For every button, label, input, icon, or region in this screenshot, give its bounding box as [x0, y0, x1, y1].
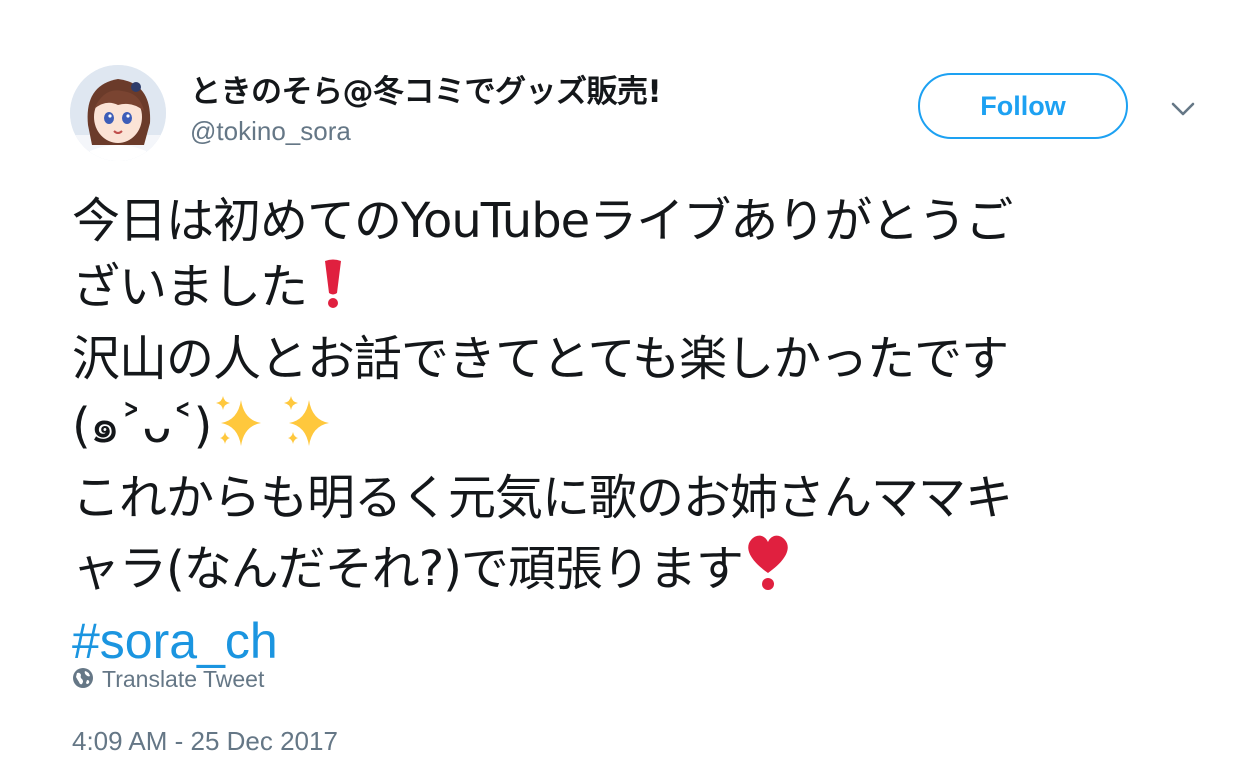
chevron-down-icon[interactable] [1166, 96, 1200, 122]
tweet-author: ときのそら@冬コミでグッズ販売! @tokino_sora [190, 74, 662, 146]
hashtag-link[interactable]: #sora_ch [72, 608, 1182, 674]
author-display-name[interactable]: ときのそら@冬コミでグッズ販売! [190, 74, 662, 110]
translate-tweet-label: Translate Tweet [102, 666, 265, 692]
tweet-text-line: ャラ(なんだそれ?)で頑張ります [72, 531, 1182, 608]
tweet-text-line: 今日は初めてのYouTubeライブありがとうご [72, 193, 1013, 249]
red-exclamation-emoji [321, 259, 345, 326]
avatar[interactable] [70, 65, 166, 161]
tweet-card: ときのそら@冬コミでグッズ販売! @tokino_sora Follow 今日は… [0, 0, 1256, 770]
tweet-timestamp[interactable]: 4:09 AM - 25 Dec 2017 [72, 726, 338, 757]
translate-tweet-button[interactable]: Translate Tweet [72, 666, 264, 693]
tweet-text-line: ざいました [72, 254, 1182, 326]
author-handle[interactable]: @tokino_sora [190, 116, 661, 146]
red-heart-exclamation-emoji [743, 531, 793, 608]
tweet-text-line: これからも明るく元気に歌のお姉さんママキ [72, 470, 1013, 526]
globe-icon [72, 667, 94, 693]
sparkles-emoji [211, 392, 343, 465]
tweet-text: 今日は初めてのYouTubeライブありがとうご ざいました 沢山の人とお話できて… [72, 188, 1182, 674]
avatar-image [70, 65, 166, 161]
tweet-text-line: (๑˃ᴗ˂) [72, 392, 1182, 465]
follow-button[interactable]: Follow [918, 73, 1128, 139]
tweet-text-line: 沢山の人とお話できてとても楽しかったです [72, 331, 1009, 387]
